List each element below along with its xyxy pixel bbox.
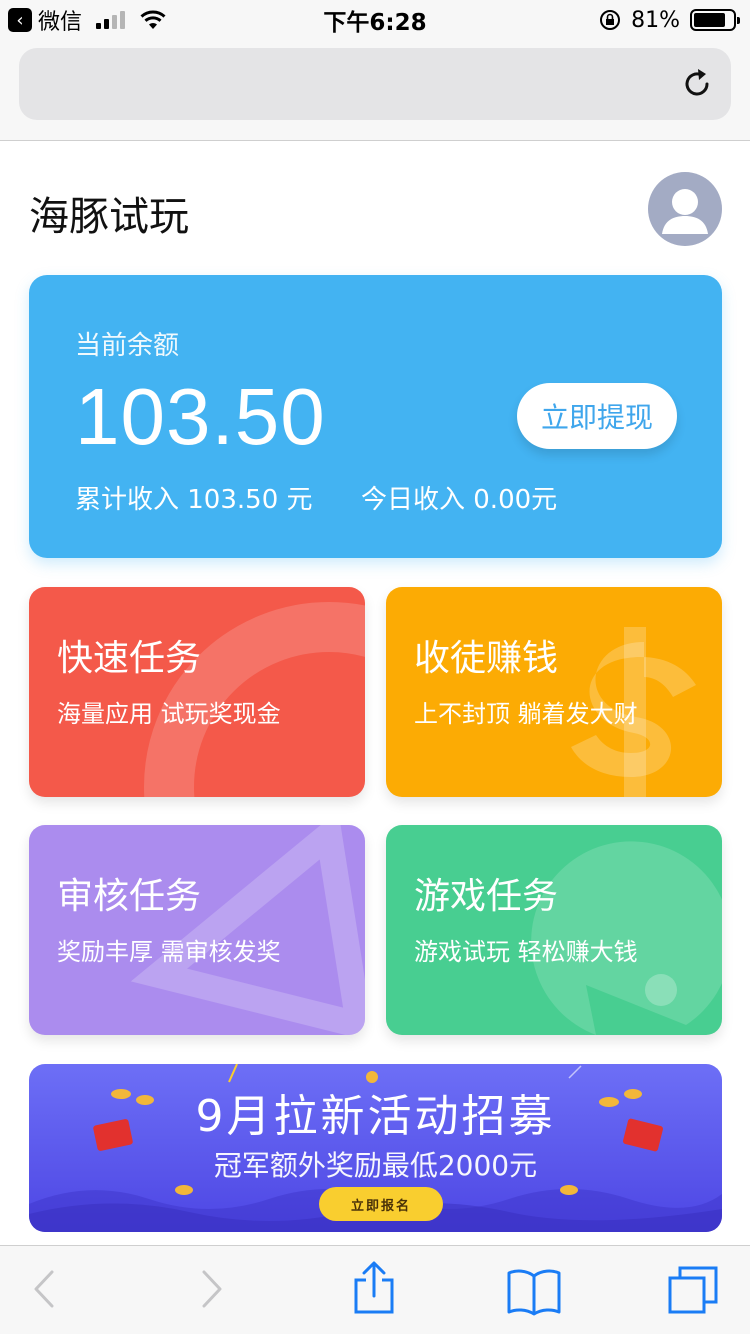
address-bar[interactable]: [19, 48, 731, 120]
withdraw-button[interactable]: 立即提现: [517, 383, 677, 449]
status-right: 81%: [599, 7, 740, 33]
pacman-decoration-icon: [531, 841, 722, 1035]
balance-label: 当前余额: [75, 331, 180, 361]
back-to-app-icon[interactable]: ‹: [8, 8, 32, 32]
task-card-earn[interactable]: 收徒赚钱 上不封顶 躺着发大财: [386, 587, 722, 797]
battery-percent: 81%: [631, 7, 680, 33]
signal-icon: [96, 11, 126, 29]
page-title: 海豚试玩: [29, 194, 189, 240]
task-subtitle: 游戏试玩 轻松赚大钱: [414, 938, 638, 966]
balance-amount: 103.50: [75, 372, 326, 461]
status-left: ‹ 微信: [0, 4, 167, 36]
user-avatar-icon[interactable]: [648, 172, 722, 246]
task-title: 收徒赚钱: [414, 638, 559, 679]
wifi-icon: [140, 10, 166, 29]
bookmarks-icon[interactable]: [506, 1268, 562, 1316]
battery-icon: [690, 9, 740, 31]
browser-toolbar: [0, 1245, 750, 1334]
forward-arrow-icon[interactable]: [196, 1266, 228, 1312]
orientation-lock-icon: [600, 10, 621, 30]
task-subtitle: 奖励丰厚 需审核发奖: [57, 938, 281, 966]
circle-decoration-icon: [144, 602, 365, 797]
back-arrow-icon[interactable]: [28, 1266, 60, 1312]
today-income: 今日收入 0.00元: [361, 485, 558, 515]
balance-card: 当前余额 103.50 立即提现 累计收入 103.50 元 今日收入 0.00…: [29, 275, 722, 558]
task-title: 游戏任务: [414, 876, 559, 917]
task-subtitle: 上不封顶 躺着发大财: [414, 700, 638, 728]
banner-title: 9月拉新活动招募: [195, 1091, 556, 1142]
triangle-decoration-icon: [130, 825, 365, 1035]
task-title: 审核任务: [57, 876, 202, 917]
total-income: 累计收入 103.50 元: [75, 485, 313, 515]
task-card-game[interactable]: 游戏任务 游戏试玩 轻松赚大钱: [386, 825, 722, 1035]
task-card-review[interactable]: 审核任务 奖励丰厚 需审核发奖: [29, 825, 365, 1035]
task-title: 快速任务: [57, 638, 202, 679]
dollar-decoration-icon: [571, 627, 696, 797]
browser-bar: [0, 40, 750, 141]
status-bar: ‹ 微信 下午6:28 81%: [0, 0, 750, 40]
task-card-fast[interactable]: 快速任务 海量应用 试玩奖现金: [29, 587, 365, 797]
share-icon[interactable]: [352, 1260, 396, 1316]
signup-button[interactable]: 立即报名: [319, 1187, 443, 1221]
back-app-label[interactable]: 微信: [38, 4, 82, 36]
task-subtitle: 海量应用 试玩奖现金: [57, 700, 281, 728]
tabs-icon[interactable]: [666, 1264, 720, 1316]
reload-icon[interactable]: [679, 66, 715, 102]
promo-banner[interactable]: 9月拉新活动招募 冠军额外奖励最低2000元 立即报名: [29, 1064, 722, 1232]
banner-subtitle: 冠军额外奖励最低2000元: [213, 1149, 538, 1182]
